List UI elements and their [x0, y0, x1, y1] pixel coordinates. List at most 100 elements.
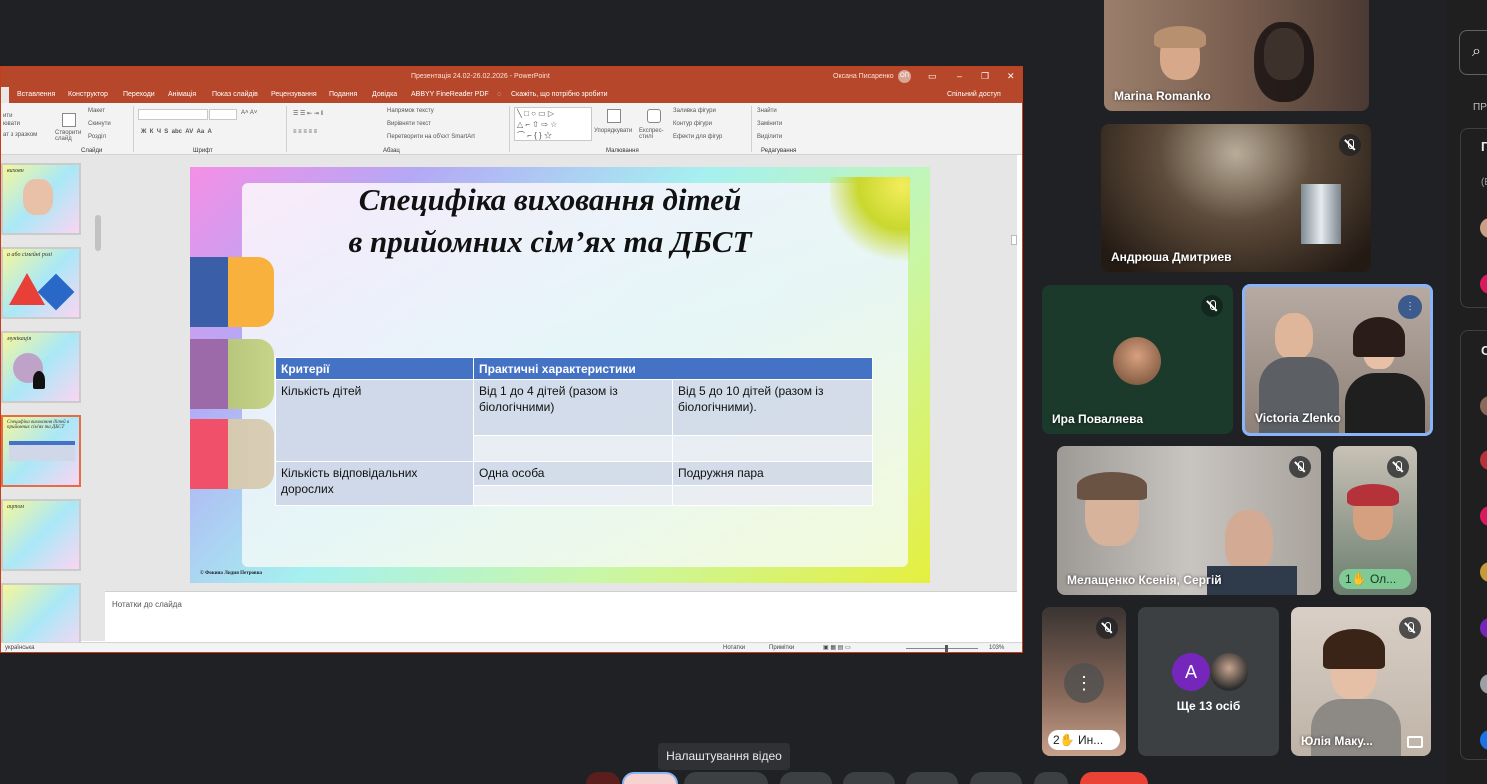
- ppt-window-title: Презентація 24.02-26.02.2026 - PowerPoin…: [411, 73, 550, 80]
- mic-off-icon: [1339, 134, 1361, 156]
- thumbnail-picture: [23, 179, 53, 215]
- quick-styles-button[interactable]: Експрес-стилі: [639, 128, 669, 140]
- comments-toggle[interactable]: Примітки: [769, 645, 794, 651]
- shape-fill-button[interactable]: Заливка фігури: [673, 108, 716, 114]
- thumbnails-scrollbar[interactable]: [95, 215, 101, 251]
- text-direction-button[interactable]: Напрямок тексту: [387, 108, 434, 114]
- select-button[interactable]: Виділити: [757, 134, 782, 140]
- participant-tile[interactable]: Мелащенко Ксенія, Сергій: [1057, 446, 1321, 595]
- notes-pane[interactable]: Нотатки до слайда: [105, 591, 1017, 642]
- side-section-label: ПР: [1473, 102, 1487, 113]
- tab-animations[interactable]: Анімація: [168, 91, 196, 98]
- tab-insert[interactable]: Вставлення: [17, 91, 55, 98]
- language-indicator[interactable]: українська: [5, 645, 35, 651]
- arrange-icon[interactable]: [607, 109, 621, 123]
- tab-review[interactable]: Рецензування: [271, 91, 317, 98]
- leave-call-button[interactable]: [1080, 772, 1148, 784]
- participant-tile-active-speaker[interactable]: ⫶ Victoria Zlenko: [1242, 284, 1433, 436]
- tab-slideshow[interactable]: Показ слайдів: [212, 91, 258, 98]
- others-tile[interactable]: A Ще 13 осіб: [1138, 607, 1279, 756]
- zoom-slider-thumb[interactable]: [945, 645, 948, 652]
- table-cell: Подружня пара: [672, 461, 873, 486]
- notes-toggle[interactable]: Нотатки: [723, 645, 745, 651]
- captions-button[interactable]: [684, 772, 768, 784]
- tooltip: Налаштування відео: [658, 743, 790, 770]
- shape-effects-button[interactable]: Ефекти для фігур: [673, 134, 722, 140]
- replace-button[interactable]: Замінити: [757, 121, 782, 127]
- raised-hand-badge[interactable]: 1✋ Ол...: [1339, 569, 1411, 589]
- ribbon-decoration: [190, 419, 274, 489]
- tab-abbyy[interactable]: ABBYY FineReader PDF: [411, 91, 489, 98]
- quick-styles-icon[interactable]: [647, 109, 661, 123]
- close-icon[interactable]: ✕: [1007, 71, 1015, 82]
- slide-thumbnail[interactable]: виховн: [1, 163, 81, 235]
- tell-me-search[interactable]: Скажіть, що потрібно зробити: [511, 91, 608, 98]
- participant-tile[interactable]: Ира Поваляева: [1042, 285, 1233, 434]
- bullets-icon[interactable]: ☰ ☰ ⇤ ⇥ ‖: [293, 110, 323, 117]
- find-button[interactable]: Знайти: [757, 108, 777, 114]
- thumbnail-table-body: [9, 445, 75, 461]
- smartart-button[interactable]: Перетворити на об'єкт SmartArt: [387, 134, 475, 140]
- slide-thumbnail-selected[interactable]: Специфіка виховання дітей в прийомних сі…: [1, 415, 81, 487]
- reactions-button[interactable]: [780, 772, 832, 784]
- group-editing: Редагування: [761, 148, 797, 154]
- slide-credit: © Фокина Лидия Петровна: [200, 571, 263, 576]
- view-buttons[interactable]: ▣ ▦ ▤ ▭: [823, 644, 851, 651]
- editor-scrollbar[interactable]: [1011, 235, 1017, 245]
- bold-icon[interactable]: Ж К Ч S abc AV Aa A: [141, 129, 212, 135]
- font-size-box[interactable]: [209, 109, 237, 120]
- restore-icon[interactable]: ❐: [981, 71, 989, 82]
- slide-table[interactable]: Критерії Практичні характеристики Кількі…: [275, 357, 873, 507]
- zoom-level[interactable]: 103%: [989, 645, 1004, 651]
- search-icon: ⌕: [1472, 43, 1481, 60]
- participant-tile[interactable]: Marina Romanko: [1104, 0, 1369, 111]
- search-box[interactable]: ⌕: [1459, 30, 1487, 75]
- reset-button[interactable]: Скинути: [88, 121, 111, 127]
- more-options-button[interactable]: [970, 772, 1022, 784]
- slide-thumbnail[interactable]: ацтом: [1, 499, 81, 571]
- participant-tile[interactable]: 1✋ Ол...: [1333, 446, 1417, 595]
- ribbon-display-icon[interactable]: ▭: [928, 71, 937, 82]
- slide-thumbnail[interactable]: а або сімейні ролі: [1, 247, 81, 319]
- tab-view[interactable]: Подання: [329, 91, 357, 98]
- group-font: Шрифт: [193, 148, 213, 154]
- share-button[interactable]: Спільний доступ: [947, 91, 1001, 98]
- new-slide-icon[interactable]: [62, 113, 76, 127]
- tab-transitions[interactable]: Переходи: [123, 91, 155, 98]
- align-icon[interactable]: ≡ ≡ ≡ ≡ ≡: [293, 129, 317, 135]
- mic-button[interactable]: [586, 772, 620, 784]
- font-name-box[interactable]: [138, 109, 208, 120]
- raised-hand-badge[interactable]: 2✋ Ин...: [1048, 730, 1120, 750]
- raise-hand-button[interactable]: [906, 772, 958, 784]
- participant-tile[interactable]: ⋮ 2✋ Ин...: [1042, 607, 1126, 756]
- section-button[interactable]: Розділ: [88, 134, 106, 140]
- tab-help[interactable]: Довідка: [372, 91, 397, 98]
- layout-button[interactable]: Макет: [88, 108, 105, 114]
- participant-tile[interactable]: Юлія Маку...: [1291, 607, 1431, 756]
- more-options-icon[interactable]: ⋮: [1064, 663, 1104, 703]
- camera-button[interactable]: [622, 772, 678, 784]
- shape-outline-button[interactable]: Контур фігури: [673, 121, 712, 127]
- present-button[interactable]: [843, 772, 895, 784]
- table-cell: Одна особа: [473, 461, 673, 486]
- minimize-icon[interactable]: –: [957, 71, 962, 81]
- arrange-button[interactable]: Упорядкувати: [594, 128, 632, 134]
- align-text-button[interactable]: Вирівняти текст: [387, 121, 431, 127]
- slide[interactable]: Специфіка виховання дітей в прийомних сі…: [190, 167, 930, 583]
- toggle-button[interactable]: [1034, 772, 1068, 784]
- paste-format-hint: ат з зразком: [3, 132, 38, 138]
- zoom-slider[interactable]: [906, 648, 978, 649]
- pip-icon[interactable]: [1407, 736, 1423, 748]
- others-count: Ще 13 осіб: [1176, 699, 1241, 713]
- font-grow-icon[interactable]: A˄ A˅: [241, 110, 257, 116]
- ppt-user-name: Оксана Писаренко: [833, 73, 894, 80]
- new-slide-button[interactable]: Створити слайд: [55, 130, 89, 142]
- participant-tile[interactable]: Андрюша Дмитриев: [1101, 124, 1371, 272]
- tab-design[interactable]: Конструктор: [68, 91, 108, 98]
- ppt-user-avatar[interactable]: ОП: [898, 70, 911, 83]
- shapes-gallery[interactable]: ╲ □ ○ ▭ ▷ △ ⌐ ⇧ ⇨ ☆ ⌒ ⌐ { } ☆: [514, 107, 592, 141]
- slide-thumbnail[interactable]: мунікація: [1, 331, 81, 403]
- tab-home-partial[interactable]: [1, 87, 9, 103]
- participant-name: Мелащенко Ксенія, Сергій: [1067, 573, 1222, 587]
- slide-title[interactable]: Специфіка виховання дітей в прийомних сі…: [310, 179, 790, 263]
